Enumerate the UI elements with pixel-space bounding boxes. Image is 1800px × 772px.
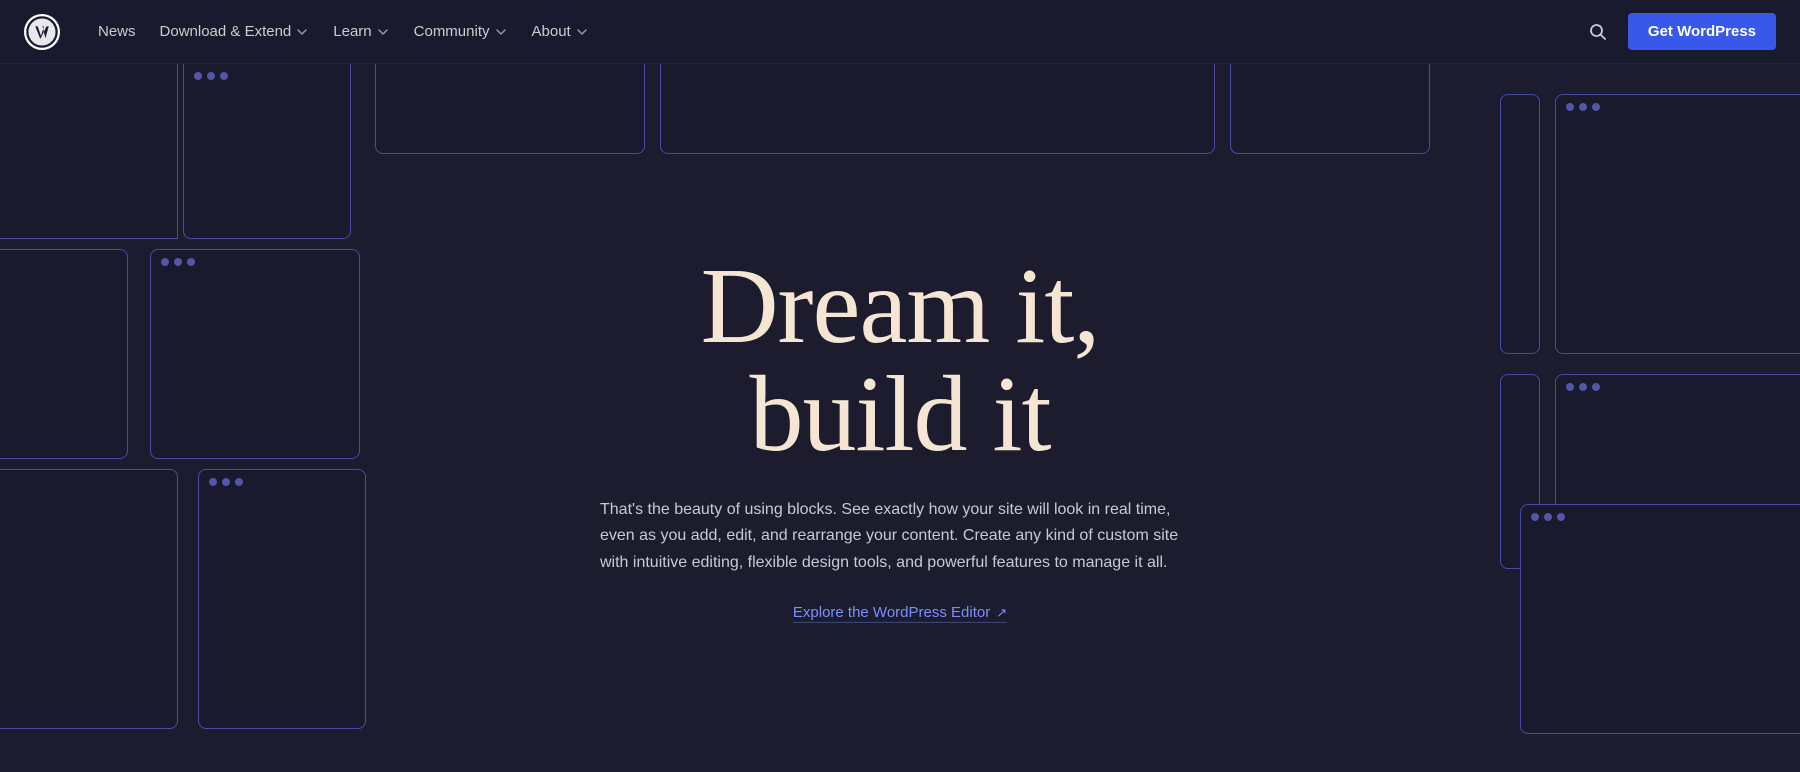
dot-icon (1566, 383, 1574, 391)
dot-icon (220, 72, 228, 80)
nav-right: Get WordPress (1580, 13, 1776, 50)
dot-icon (1557, 513, 1565, 521)
nav-item-learn[interactable]: Learn (323, 17, 399, 46)
dot-icon (209, 478, 217, 486)
nav-item-about[interactable]: About (522, 17, 599, 46)
hero-content: Dream it, build it That's the beauty of … (600, 253, 1200, 623)
nav-item-download[interactable]: Download & Extend (150, 17, 320, 46)
ui-card (1500, 94, 1540, 354)
nav-item-news[interactable]: News (88, 17, 146, 46)
dot-icon (235, 478, 243, 486)
dot-icon (1531, 513, 1539, 521)
dot-icon (194, 72, 202, 80)
hero-title: Dream it, build it (600, 253, 1200, 469)
arrow-icon: ↗ (996, 605, 1007, 621)
search-button[interactable] (1580, 14, 1616, 50)
dot-icon (1579, 103, 1587, 111)
hero-section: Dream it, build it That's the beauty of … (0, 64, 1800, 772)
dot-icon (1544, 513, 1552, 521)
card-dots (1521, 505, 1800, 527)
dot-icon (161, 258, 169, 266)
hero-description: That's the beauty of using blocks. See e… (600, 497, 1200, 576)
dot-icon (207, 72, 215, 80)
dot-icon (222, 478, 230, 486)
ui-card (1555, 94, 1800, 354)
nav-links: News Download & Extend Learn Community (88, 17, 1580, 46)
ui-card (150, 249, 360, 459)
chevron-down-icon (494, 25, 508, 39)
card-dots (184, 64, 350, 86)
card-dots (1556, 95, 1800, 117)
navbar: News Download & Extend Learn Community (0, 0, 1800, 64)
chevron-down-icon (376, 25, 390, 39)
card-dots (199, 470, 365, 492)
ui-card (660, 64, 1215, 154)
explore-editor-link[interactable]: Explore the WordPress Editor ↗ (793, 604, 1007, 623)
ui-card (0, 249, 128, 459)
dot-icon (1592, 383, 1600, 391)
ui-card (1520, 504, 1800, 734)
ui-card (183, 64, 351, 239)
get-wordpress-button[interactable]: Get WordPress (1628, 13, 1776, 50)
ui-card (1230, 64, 1430, 154)
card-dots (1556, 375, 1800, 397)
ui-card (375, 64, 645, 154)
dot-icon (187, 258, 195, 266)
ui-card (0, 469, 178, 729)
chevron-down-icon (295, 25, 309, 39)
card-dots (151, 250, 359, 272)
nav-item-community[interactable]: Community (404, 17, 518, 46)
ui-card (0, 64, 178, 239)
dot-icon (1592, 103, 1600, 111)
chevron-down-icon (575, 25, 589, 39)
ui-card (198, 469, 366, 729)
search-icon (1589, 23, 1607, 41)
wp-logo[interactable] (24, 14, 60, 50)
dot-icon (1566, 103, 1574, 111)
dot-icon (1579, 383, 1587, 391)
dot-icon (174, 258, 182, 266)
